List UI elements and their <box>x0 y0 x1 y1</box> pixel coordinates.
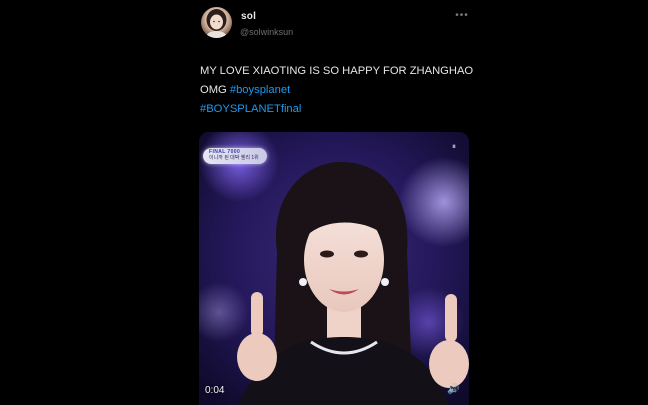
screen: sol @solwinksun ••• MY LOVE XIAOTING IS … <box>0 0 648 405</box>
volume-icon[interactable]: 🔊 <box>447 384 459 396</box>
broadcast-caption-badge: FINAL 7000 이니까 된 대박 웬리 1위 <box>203 148 267 164</box>
gif-indicator-icon: ⏸ <box>452 142 456 151</box>
display-name[interactable]: sol <box>241 11 256 22</box>
hashtag-boysplanetfinal[interactable]: #BOYSPLANETfinal <box>200 103 301 115</box>
video-frame <box>199 132 469 405</box>
hashtag-boysplanet[interactable]: #boysplanet <box>230 84 290 96</box>
avatar[interactable] <box>201 7 232 38</box>
badge-subtitle: 이니까 된 대박 웬리 1위 <box>209 155 259 161</box>
user-handle[interactable]: @solwinksun <box>240 27 293 37</box>
tweet-video[interactable]: FINAL 7000 이니까 된 대박 웬리 1위 ⏸ 0:04 🔊 <box>199 132 469 405</box>
tweet-text: MY LOVE XIAOTING IS SO HAPPY FOR ZHANGHA… <box>200 62 480 119</box>
more-options-icon[interactable]: ••• <box>452 10 472 22</box>
video-duration: 0:04 <box>205 385 225 396</box>
